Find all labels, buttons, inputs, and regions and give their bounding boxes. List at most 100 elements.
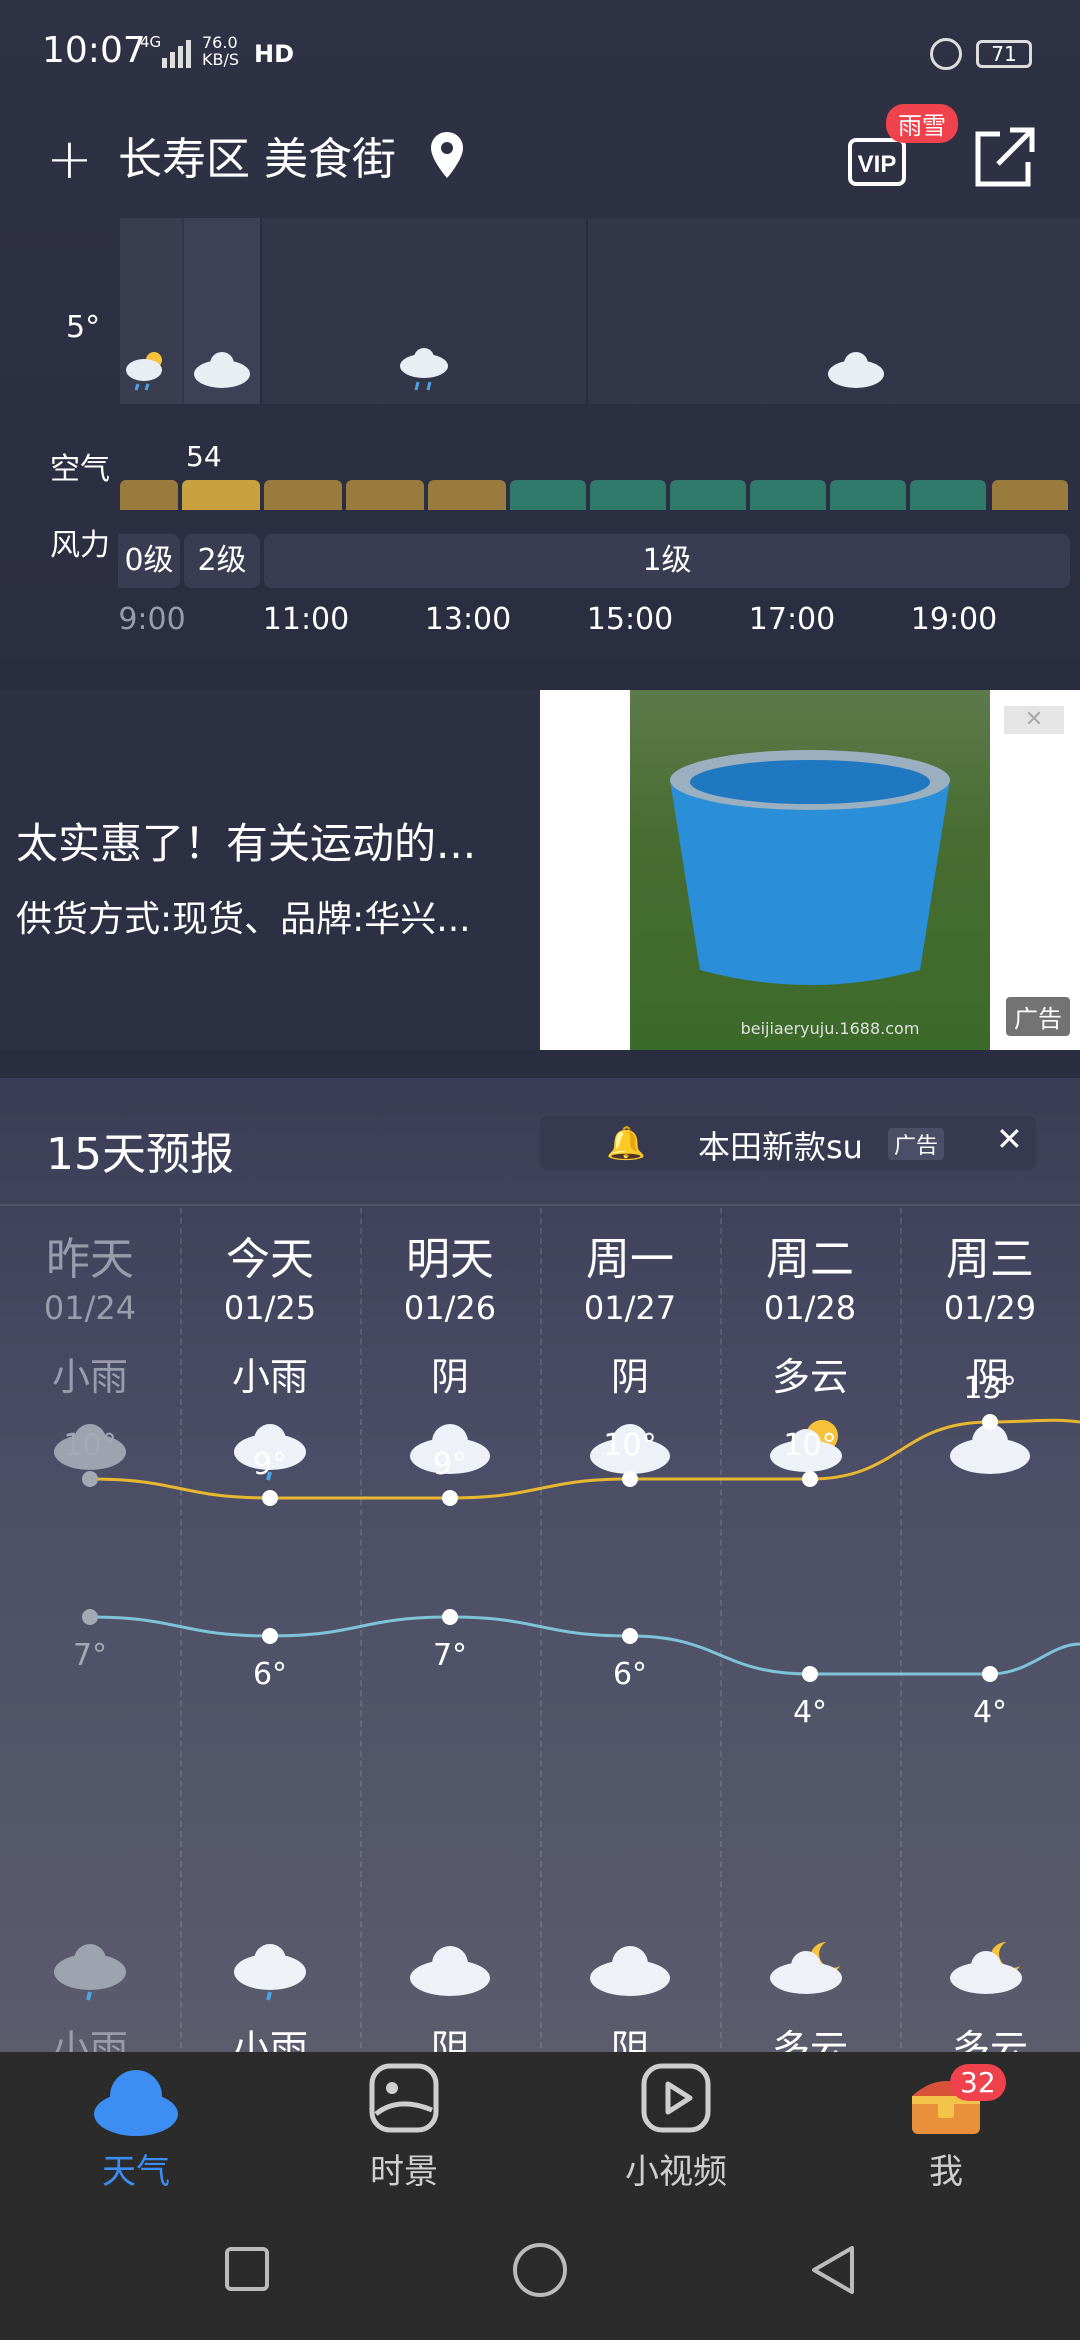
high-temp-point	[442, 1490, 458, 1506]
high-temp-label: 9°	[433, 1447, 467, 1482]
tab-me[interactable]: 32 我	[846, 2052, 1046, 2202]
hour-label: 17:00	[748, 602, 836, 637]
partly-cloudy-night-icon	[950, 1942, 1022, 1994]
temperature-chart: 10° 9° 9° 10° 10° 13° 7° 6° 7° 6° 4° 4°	[63, 1371, 1080, 1730]
bottom-tab-bar: 天气 时景 小视频 32 我	[0, 2052, 1080, 2202]
network-speed: 76.0 KB/S	[202, 34, 239, 68]
add-city-button[interactable]: +	[46, 130, 93, 190]
home-button[interactable]	[512, 2242, 568, 2298]
high-temp-point	[82, 1471, 98, 1487]
aqi-bar	[182, 480, 260, 510]
ad-image[interactable]: beijiaeryuju.1688.com ✕ 广告	[540, 690, 1080, 1050]
hourly-temp-label: 5°	[66, 310, 101, 345]
low-temp-point	[442, 1609, 458, 1625]
forecast-15day[interactable]: 15天预报 🔔 本田新款su 广告 ✕ 昨天 01/24 小雨 今天 01/25…	[0, 1078, 1080, 2071]
ad-title[interactable]: 太实惠了！有关运动的...	[16, 810, 536, 871]
tab-label: 小视频	[625, 2152, 727, 2192]
high-temp-label: 10°	[603, 1428, 656, 1463]
aqi-bar	[670, 480, 746, 510]
ad-photo: beijiaeryuju.1688.com	[630, 690, 990, 1050]
ad-subtitle[interactable]: 供货方式:现货、品牌:华兴...	[16, 890, 536, 942]
wind-label: 风力	[50, 528, 110, 563]
play-icon	[641, 2063, 711, 2133]
location-title[interactable]: 长寿区 美食街	[118, 128, 396, 192]
aqi-value: 54	[186, 440, 222, 473]
hour-label: 19:00	[910, 602, 998, 637]
light-rain-icon	[400, 348, 448, 391]
high-temp-point	[622, 1471, 638, 1487]
low-temp-label: 7°	[73, 1638, 107, 1673]
aqi-bar	[750, 480, 826, 510]
low-temp-label: 4°	[793, 1695, 827, 1730]
air-quality-label: 空气	[50, 452, 110, 487]
wind-level: 1级	[264, 534, 1070, 588]
bucket-image: beijiaeryuju.1688.com	[670, 750, 950, 1038]
partly-rain-icon	[126, 352, 162, 391]
low-temp-point	[622, 1628, 638, 1644]
tab-label: 天气	[102, 2152, 170, 2192]
aqi-bar	[346, 480, 424, 510]
share-icon[interactable]	[970, 120, 1036, 190]
low-temp-point	[262, 1628, 278, 1644]
hd-icon: HD	[254, 40, 295, 68]
high-temp-label: 13°	[963, 1371, 1016, 1406]
aqi-bar	[120, 480, 178, 510]
speed-unit: KB/S	[202, 50, 240, 69]
speed-value: 76.0	[202, 33, 238, 52]
cloud-icon	[410, 1946, 490, 1996]
system-nav-bar	[0, 2202, 1080, 2340]
svg-text:VIP: VIP	[858, 151, 897, 178]
high-temp-line	[89, 1418, 1080, 1500]
aqi-bar	[590, 480, 666, 510]
aqi-bar	[830, 480, 906, 510]
tab-weather[interactable]: 天气	[36, 2052, 236, 2202]
ad-close-button[interactable]: ✕	[1004, 706, 1064, 734]
high-temp-point	[262, 1490, 278, 1506]
low-temp-line	[89, 1615, 1080, 1676]
aqi-bar	[910, 480, 986, 510]
tab-label: 我	[929, 2152, 963, 2192]
low-temp-point	[982, 1666, 998, 1682]
low-temp-point	[82, 1609, 98, 1625]
wind-level: 0级	[118, 534, 180, 588]
low-temp-label: 7°	[433, 1638, 467, 1673]
tab-scenery[interactable]: 时景	[304, 2052, 504, 2202]
wind-level: 2级	[184, 534, 260, 588]
signal-icon	[162, 40, 191, 68]
high-temp-point	[802, 1471, 818, 1487]
battery-icon: 71	[976, 40, 1032, 68]
back-button[interactable]	[808, 2244, 858, 2296]
high-temp-label: 9°	[253, 1447, 287, 1482]
notification-badge: 32	[950, 2064, 1006, 2101]
high-temp-point	[982, 1414, 998, 1430]
header: + 长寿区 美食街 VIP 雨雪	[0, 104, 1080, 220]
cloud-icon	[828, 352, 884, 388]
aqi-bar	[428, 480, 506, 510]
hourly-forecast[interactable]: 5° 空气 54 风力 0级 2级 1级 9:00 11:00 13:00 15…	[0, 218, 1080, 658]
hour-label: 15:00	[586, 602, 674, 637]
cloud-icon	[590, 1946, 670, 1996]
hour-label: 9:00	[118, 602, 186, 637]
partly-cloudy-night-icon	[770, 1942, 842, 1994]
low-temp-label: 6°	[613, 1657, 647, 1692]
hourly-grid	[120, 218, 1080, 404]
aqi-bar	[264, 480, 342, 510]
status-time: 10:07	[42, 30, 146, 71]
low-temp-label: 4°	[973, 1695, 1007, 1730]
cloud-icon	[194, 352, 250, 388]
high-temp-label: 10°	[63, 1428, 116, 1463]
recent-apps-button[interactable]	[224, 2246, 270, 2292]
cloud-icon	[94, 2070, 178, 2136]
ad-image-url: beijiaeryuju.1688.com	[741, 1019, 920, 1038]
ad-banner[interactable]: 太实惠了！有关运动的... 供货方式:现货、品牌:华兴... beijiaery…	[0, 690, 1080, 1050]
location-pin-icon	[431, 132, 463, 178]
scenery-icon	[369, 2063, 439, 2133]
hour-label: 13:00	[424, 602, 512, 637]
ad-tag: 广告	[1006, 997, 1070, 1036]
rotation-lock-icon	[930, 38, 962, 70]
tab-short-video[interactable]: 小视频	[576, 2052, 776, 2202]
tab-label: 时景	[370, 2152, 438, 2192]
low-temp-point	[802, 1666, 818, 1682]
high-temp-label: 10°	[783, 1428, 836, 1463]
aqi-bar	[992, 480, 1068, 510]
